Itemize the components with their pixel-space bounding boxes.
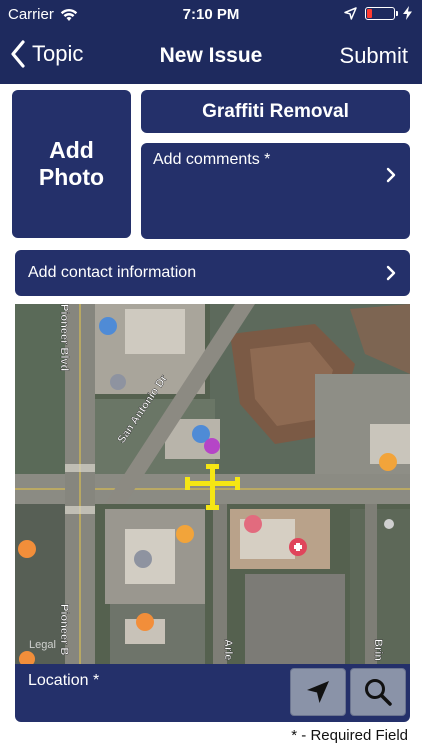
chevron-left-icon [11,40,25,68]
poi-marker [134,550,152,568]
poi-marker [110,374,126,390]
navigation-bar: Topic New Issue Submit [0,30,422,84]
satellite-map: San Antonio Dr Pioneer Blvd Pioneer B Ar… [15,304,410,664]
submit-button[interactable]: Submit [340,43,408,69]
chevron-right-icon [386,167,396,183]
map-building [125,309,185,354]
poi-marker [204,438,220,454]
add-comments-label: Add comments * [153,151,271,168]
street-label: Pioneer Blvd [58,304,70,371]
map-crosswalk [65,464,95,472]
location-label: Location * [28,672,100,689]
required-field-note: * - Required Field [291,727,408,744]
street-label: Brin [372,639,384,661]
current-location-button[interactable] [290,668,346,716]
back-button-label: Topic [32,41,84,66]
add-photo-label: Add Photo [38,137,105,190]
add-comments-button[interactable]: Add comments * [141,143,410,239]
search-location-button[interactable] [350,668,406,716]
navigation-arrow-icon [307,681,329,703]
chevron-right-icon [386,265,396,281]
poi-cross [296,543,300,551]
status-bar: Carrier 7:10 PM [0,0,422,30]
map-view[interactable]: San Antonio Dr Pioneer Blvd Pioneer B Ar… [15,304,410,664]
status-right-icons [344,6,412,20]
topic-button[interactable]: Graffiti Removal [141,90,410,133]
search-icon [365,679,392,706]
map-legal-link[interactable]: Legal [29,639,56,651]
poi-dental-marker [244,515,262,533]
street-label: Arle [222,639,234,660]
map-parking [245,574,345,664]
charging-bolt-icon [403,6,412,20]
battery-level [367,8,372,18]
add-contact-button[interactable]: Add contact information [15,250,410,296]
map-crosswalk [65,506,95,514]
location-arrow-icon [344,6,357,20]
add-contact-label: Add contact information [28,264,197,281]
poi-shop-marker [379,453,397,471]
street-label: Pioneer B [58,604,70,655]
map-block [15,304,65,474]
back-button[interactable]: Topic [10,40,83,68]
poi-marker [384,519,394,529]
topic-label: Graffiti Removal [202,100,349,122]
battery-icon [365,6,398,20]
poi-marker [99,317,117,335]
location-bar: Location * [15,664,410,722]
add-photo-button[interactable]: Add Photo [12,90,131,238]
poi-shop-marker [176,525,194,543]
poi-food-marker [136,613,154,631]
poi-food-marker [18,540,36,558]
